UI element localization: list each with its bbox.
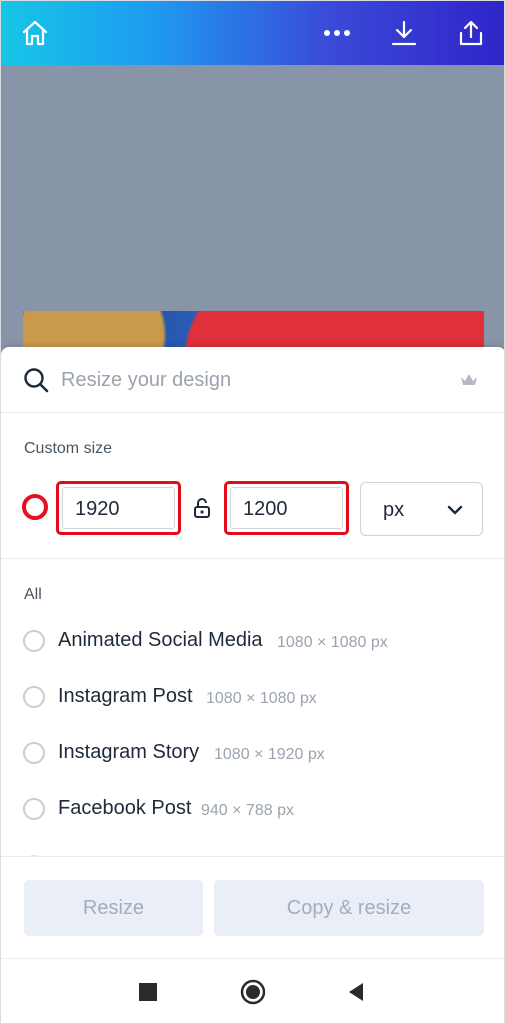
custom-size-label: Custom size bbox=[24, 440, 113, 457]
preset-item[interactable]: Animated Social Media 1080 × 1080 px bbox=[1, 617, 504, 667]
unit-select[interactable]: px bbox=[360, 482, 483, 536]
system-nav-bar bbox=[1, 958, 504, 1023]
square-icon bbox=[139, 983, 157, 1001]
back-button[interactable] bbox=[341, 977, 371, 1007]
copy-and-resize-button[interactable]: Copy & resize bbox=[214, 880, 484, 936]
resize-button[interactable]: Resize bbox=[24, 880, 203, 936]
chevron-down-icon bbox=[447, 505, 463, 515]
preset-dimensions: 1080 × 1080 px bbox=[206, 690, 317, 707]
share-button[interactable] bbox=[453, 15, 489, 51]
home-nav-button[interactable] bbox=[238, 977, 268, 1007]
back-triangle-icon bbox=[349, 983, 363, 1001]
more-icon bbox=[324, 30, 350, 36]
preset-item[interactable]: Instagram Story 1080 × 1920 px bbox=[1, 729, 504, 779]
download-button[interactable] bbox=[386, 15, 422, 51]
resize-sheet: Custom size 1920 1200 px bbox=[1, 347, 504, 958]
home-icon bbox=[22, 20, 48, 46]
preset-item[interactable]: Facebook Post 940 × 788 px bbox=[1, 785, 504, 835]
preset-dimensions: 940 × 788 px bbox=[201, 802, 294, 819]
preset-name: Animated Social Media bbox=[58, 629, 263, 651]
custom-size-row: 1920 1200 px bbox=[1, 479, 504, 539]
preset-radio[interactable] bbox=[23, 630, 45, 652]
search-icon bbox=[24, 368, 49, 393]
preset-item[interactable]: Instagram Post 1080 × 1080 px bbox=[1, 673, 504, 723]
all-sizes-label: All bbox=[24, 586, 42, 603]
preset-name: Instagram Post bbox=[58, 685, 193, 707]
width-value: 1920 bbox=[75, 498, 120, 520]
preset-radio[interactable] bbox=[23, 686, 45, 708]
circle-icon bbox=[240, 979, 266, 1005]
design-canvas bbox=[1, 65, 504, 371]
preset-radio[interactable] bbox=[23, 798, 45, 820]
height-value: 1200 bbox=[243, 498, 288, 520]
preset-name: Facebook Post bbox=[58, 797, 192, 819]
download-icon bbox=[391, 20, 417, 46]
preset-name: Instagram Story bbox=[58, 741, 200, 763]
action-bar: Resize Copy & resize bbox=[1, 856, 504, 958]
unlock-icon[interactable] bbox=[193, 497, 211, 519]
app-screen: Custom size 1920 1200 px bbox=[0, 0, 505, 1024]
section-divider bbox=[1, 558, 504, 559]
home-button[interactable] bbox=[17, 15, 53, 51]
search-bar bbox=[1, 347, 504, 413]
recents-button[interactable] bbox=[133, 977, 163, 1007]
height-input[interactable]: 1200 bbox=[224, 481, 349, 535]
custom-size-radio[interactable] bbox=[22, 494, 48, 520]
width-input[interactable]: 1920 bbox=[56, 481, 181, 535]
resize-search-input[interactable] bbox=[61, 363, 441, 397]
preset-radio[interactable] bbox=[23, 742, 45, 764]
top-toolbar bbox=[1, 1, 504, 65]
crown-icon bbox=[461, 374, 477, 385]
more-options-button[interactable] bbox=[319, 15, 355, 51]
share-icon bbox=[459, 20, 483, 46]
preset-dimensions: 1080 × 1920 px bbox=[214, 746, 325, 763]
preset-dimensions: 1080 × 1080 px bbox=[277, 634, 388, 651]
unit-value: px bbox=[383, 499, 405, 521]
